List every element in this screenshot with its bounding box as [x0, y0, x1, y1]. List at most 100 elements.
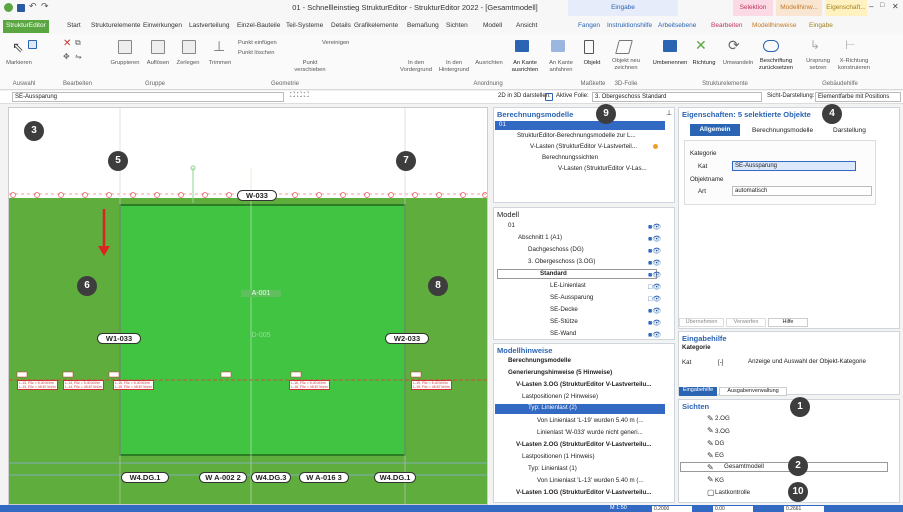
tab-berechnungsmodelle[interactable]: Berechnungsmodelle — [752, 127, 813, 134]
hinweis-row-11[interactable]: V-Lasten 1.OG (StrukturEditor V-Lastvert… — [516, 489, 651, 496]
slab-label-a001[interactable]: A-001 — [241, 290, 281, 297]
tab-teil-systeme[interactable]: Teil-Systeme — [283, 20, 326, 33]
app-icon[interactable] — [4, 3, 13, 12]
3d-toggle-icon[interactable] — [545, 93, 553, 101]
hinweis-row-3[interactable]: Lastpositionen (2 Hinweise) — [522, 393, 598, 400]
aufloesen-label[interactable]: Auflösen — [144, 60, 172, 67]
ursprung-label[interactable]: Ursprung setzen — [802, 58, 834, 72]
hinweis-row-8[interactable]: Lastpositionen (1 Hinweis) — [522, 453, 595, 460]
wall-label-b5[interactable]: W4.DG.1 — [374, 472, 416, 483]
modell-row-se-wand[interactable]: SE-Wand — [550, 330, 576, 337]
tab-einwirkungen[interactable]: Einwirkungen — [140, 20, 185, 33]
umbenennen-label[interactable]: Umbenennen — [650, 60, 690, 67]
berechnung-row-vlasten-sicht[interactable]: V-Lasten (StrukturEditor V-Las... — [558, 165, 647, 172]
sicht-row-dg[interactable]: DG — [715, 440, 724, 447]
rename-icon[interactable] — [663, 40, 677, 52]
drawing-canvas[interactable]: L-13, F0z = 5.40 kN/m L-13, F0z = 45.87 k… — [8, 107, 488, 505]
group-create-icon[interactable] — [118, 40, 132, 54]
delete-icon[interactable]: ✕ — [63, 38, 71, 49]
copy-icon[interactable]: ⧉ — [75, 38, 81, 48]
modell-row-abschnitt[interactable]: Abschnitt 1 (A1) — [518, 234, 562, 241]
tab-start[interactable]: Start — [64, 20, 84, 33]
tab-modellhinweise[interactable]: Modellhinweise — [749, 20, 799, 33]
objekt-label[interactable]: Objekt — [580, 60, 604, 67]
wall-label-w1[interactable]: W1-033 — [97, 333, 141, 344]
origin-icon[interactable]: ↳ — [810, 38, 820, 52]
tab-allgemein[interactable]: Allgemein — [690, 124, 740, 136]
close-icon[interactable]: ✕ — [892, 2, 899, 11]
modell-row-3og[interactable]: 3. Obergeschoss (3.OG) — [528, 258, 595, 265]
tab-struktureditor[interactable]: StrukturEditor — [3, 20, 49, 33]
sicht-row-lastkontrolle[interactable]: Lastkontrolle — [715, 489, 750, 496]
x-direction-icon[interactable]: ⊢ — [845, 38, 855, 52]
sicht-row-2og[interactable]: 2.OG — [715, 415, 730, 422]
tab-grafikelemente[interactable]: Grafikelemente — [351, 20, 401, 33]
tab-instruktionshilfe[interactable]: Instruktionshilfe — [604, 20, 655, 33]
tab-sichten[interactable]: Sichten — [443, 20, 471, 33]
modell-row-se-stuetze[interactable]: SE-Stütze — [550, 318, 578, 325]
modell-row-se-decke[interactable]: SE-Decke — [550, 306, 578, 313]
an-kante-anfahren-label[interactable]: An Kante anfahren — [544, 60, 578, 74]
vordergrund-label[interactable]: In den Vordergrund — [398, 60, 434, 74]
tab-fangen[interactable]: Fangen — [575, 20, 603, 33]
tab-arbeitsebene[interactable]: Arbeitsebene — [655, 20, 699, 33]
tab-bearbeiten[interactable]: Bearbeiten — [708, 20, 745, 33]
gruppieren-label[interactable]: Gruppieren — [106, 60, 144, 67]
ausrichten-label[interactable]: Ausrichten — [472, 60, 506, 67]
hinweis-row-7[interactable]: V-Lasten 2.OG (StrukturEditor V-Lastvert… — [516, 441, 651, 448]
tab-ausgabenverwaltung[interactable]: Ausgabenverwaltung — [719, 387, 787, 396]
ctx-tab-eingabe[interactable]: Eingabe — [568, 0, 678, 16]
an-kante-ausrichten-label[interactable]: An Kante ausrichten — [508, 60, 542, 74]
move-icon[interactable]: ✥ — [63, 52, 70, 61]
uebernehmen-button[interactable]: Übernehmen — [679, 318, 724, 327]
tab-einzel-bauteile[interactable]: Einzel-Bauteile — [234, 20, 283, 33]
minimize-icon[interactable]: – — [869, 2, 873, 11]
modell-row-le-linienlast[interactable]: LE-Linienlast — [550, 282, 586, 289]
wall-label-b3[interactable]: W4.DG.3 — [251, 472, 291, 483]
tab-eingabe[interactable]: Eingabe — [806, 20, 836, 33]
tab-modell[interactable]: Modell — [480, 20, 505, 33]
verwerfen-button[interactable]: Verwerfen — [726, 318, 766, 327]
pin-icon[interactable]: ⊥ — [666, 109, 672, 117]
sicht-row-3og[interactable]: 3.OG — [715, 428, 730, 435]
align-edge-icon[interactable] — [515, 40, 529, 52]
zerlegen-label[interactable]: Zerlegen — [172, 60, 204, 67]
undo-icon[interactable]: ↶ — [29, 1, 37, 12]
status-v[interactable]: 0.2661 — [784, 505, 824, 512]
select-box-icon[interactable] — [28, 40, 37, 49]
move-edge-icon[interactable] — [551, 40, 565, 52]
x-richtung-label[interactable]: X-Richtung konstruieren — [834, 58, 874, 72]
tab-darstellung[interactable]: Darstellung — [833, 127, 866, 134]
maximize-icon[interactable]: □ — [880, 2, 884, 9]
wall-label-b4[interactable]: W A-016 3 — [299, 472, 349, 483]
umwandeln-label[interactable]: Umwandeln — [720, 60, 756, 67]
wall-label-w2[interactable]: W2-033 — [385, 333, 429, 344]
ctx-tab-modellhinweise[interactable]: Modellhinw... — [776, 0, 822, 16]
hinweis-row-2[interactable]: V-Lasten 3.OG (StrukturEditor V-Lastvert… — [516, 381, 651, 388]
modell-row-se-aussparung[interactable]: SE-Aussparung — [550, 294, 593, 301]
explode-icon[interactable] — [182, 40, 196, 54]
status-w[interactable]: 0.00 — [713, 505, 753, 512]
hinweis-row-0[interactable]: Berechnungsmodelle — [508, 357, 571, 364]
tab-bemassung[interactable]: Bemaßung — [404, 20, 442, 33]
visibility-icons[interactable]: ■👁 ■👁 ■👁 ■👁 ■👁 □👁 □👁 ■👁 ■👁 ■👁 — [648, 222, 661, 342]
hinweis-row-1[interactable]: Generierungshinweise (5 Hinweise) — [508, 369, 612, 376]
modell-row-01[interactable]: 01 — [508, 222, 515, 229]
tab-details[interactable]: Details — [328, 20, 354, 33]
status-x[interactable]: 0.2000 — [652, 505, 692, 512]
hilfe-button[interactable]: Hilfe — [768, 318, 808, 327]
mirror-icon[interactable]: ⇋ — [75, 52, 82, 61]
hinweis-row-9[interactable]: Typ: Linienlast (1) — [528, 465, 577, 472]
sicht-row-kg[interactable]: KG — [715, 477, 724, 484]
redo-icon[interactable]: ↷ — [41, 1, 49, 12]
hinweis-row-6[interactable]: Linienlast 'W-033' wurde nicht generi... — [537, 429, 643, 436]
active-folie-dropdown[interactable]: 3. Obergeschoss Standard — [592, 92, 762, 102]
sicht-dropdown[interactable]: Elementfarbe mit Positions — [815, 92, 901, 102]
berechnung-row-vlasten[interactable]: V-Lasten (StrukturEditor V-Lastverteil..… — [530, 143, 637, 150]
group-dissolve-icon[interactable] — [151, 40, 165, 54]
ctx-tab-eigenschaften[interactable]: Eigenschaft... — [825, 0, 867, 16]
filter-dropdown[interactable]: SE-Aussparung — [12, 92, 284, 102]
wall-label-w033[interactable]: W-033 — [237, 190, 277, 201]
dimension-icon[interactable] — [584, 40, 594, 54]
objekt-neu-zeichnen-label[interactable]: Objekt neu zeichnen — [608, 58, 644, 72]
